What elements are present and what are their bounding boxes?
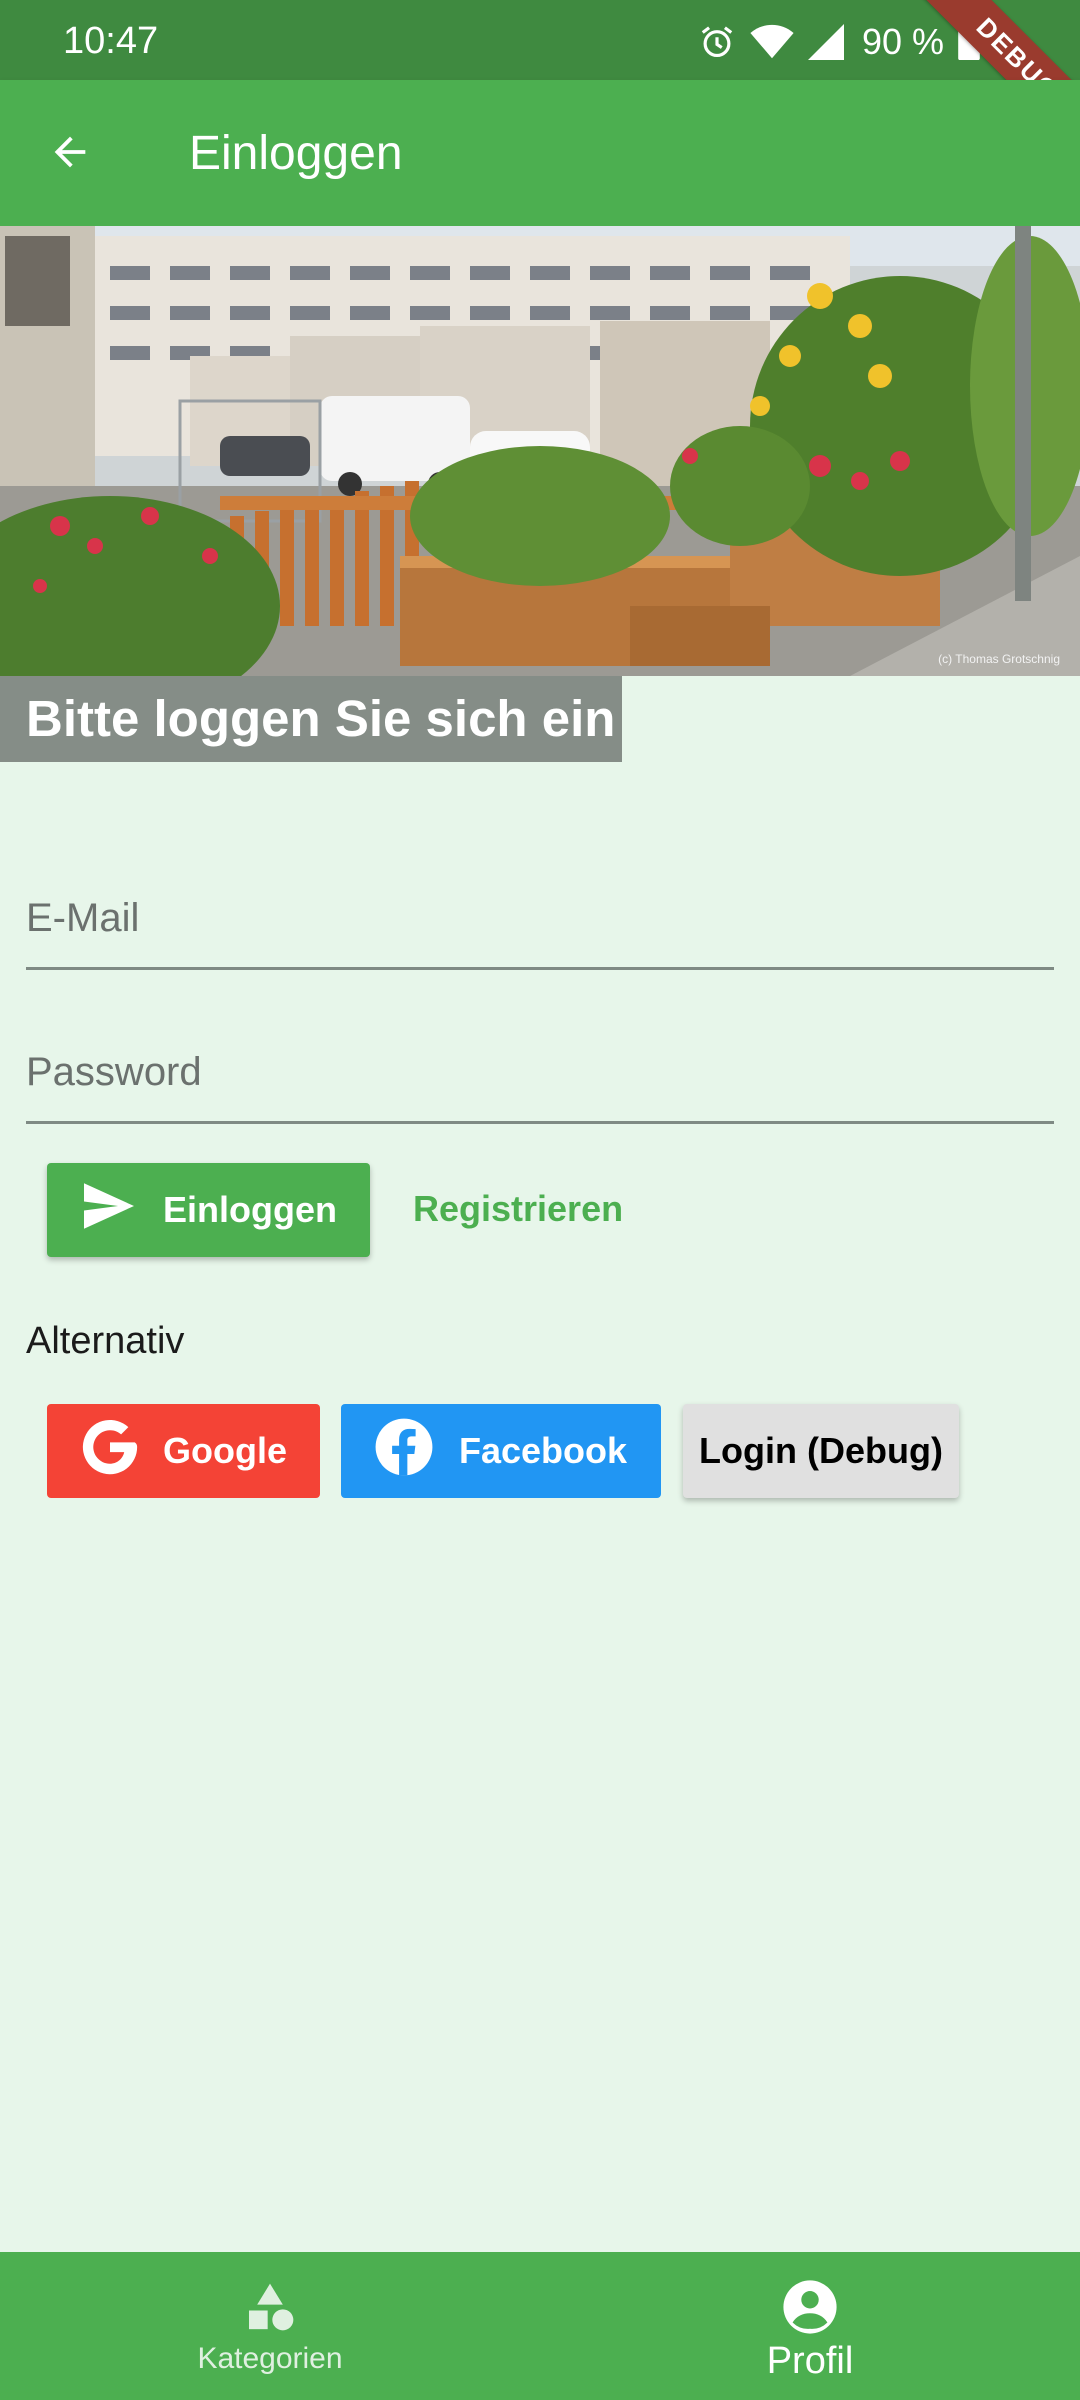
account-circle-icon [781, 2278, 839, 2336]
nav-label-kategorien: Kategorien [197, 2342, 343, 2375]
status-icons: 90 % [698, 21, 980, 62]
email-field[interactable] [26, 870, 1054, 970]
category-icon [242, 2278, 298, 2336]
bottom-navigation: Kategorien Profil [0, 2252, 1080, 2400]
nav-item-profil[interactable]: Profil [540, 2252, 1080, 2400]
google-button-label: Google [163, 1430, 287, 1471]
login-button[interactable]: Einloggen [47, 1163, 370, 1257]
status-bar: 10:47 90 % DEBUG [0, 0, 1080, 161]
debug-button-label: Login (Debug) [699, 1430, 943, 1471]
register-link[interactable]: Registrieren [413, 1188, 623, 1230]
facebook-icon [373, 1416, 435, 1487]
google-icon [79, 1416, 141, 1487]
page-title: Einloggen [189, 127, 403, 180]
photo-credit: (c) Thomas Grotschnig [938, 652, 1060, 666]
alternative-label: Alternativ [26, 1320, 185, 1362]
alarm-icon [698, 23, 736, 61]
hero-image: (c) Thomas Grotschnig [0, 226, 1080, 676]
login-heading: Bitte loggen Sie sich ein [0, 676, 622, 762]
email-input[interactable] [26, 870, 1054, 967]
wifi-icon [750, 24, 794, 60]
signal-icon [807, 24, 844, 60]
battery-percent: 90 % [861, 21, 944, 62]
nav-item-kategorien[interactable]: Kategorien [0, 2252, 540, 2400]
facebook-button-label: Facebook [459, 1430, 628, 1471]
send-icon [81, 1181, 137, 1240]
nav-label-profil: Profil [766, 2340, 854, 2382]
status-time: 10:47 [63, 20, 159, 62]
back-button[interactable] [36, 120, 104, 188]
facebook-login-button[interactable]: Facebook [341, 1404, 661, 1498]
password-field[interactable] [26, 1024, 1054, 1124]
arrow-back-icon [47, 129, 93, 180]
login-button-label: Einloggen [163, 1189, 337, 1230]
debug-login-button[interactable]: Login (Debug) [683, 1404, 959, 1498]
app-bar: Einloggen [0, 80, 1080, 226]
password-input[interactable] [26, 1024, 1054, 1121]
google-login-button[interactable]: Google [47, 1404, 320, 1498]
